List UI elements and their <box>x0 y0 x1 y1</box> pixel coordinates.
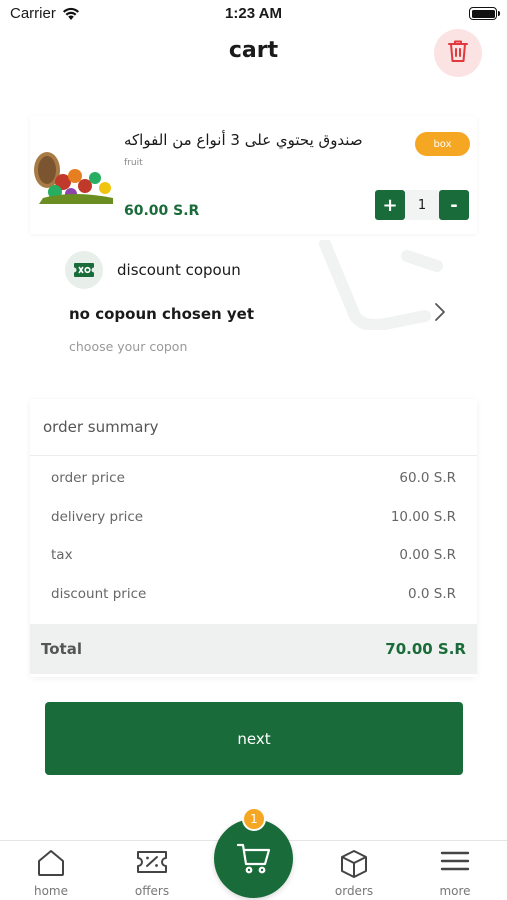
product-price: 60.00 S.R <box>124 203 200 219</box>
battery-icon <box>469 7 500 20</box>
summary-row-label: order price <box>51 470 125 486</box>
product-name: صندوق يحتوي على 3 أنواع من الفواكه <box>124 131 363 149</box>
clear-cart-button[interactable] <box>434 29 482 77</box>
nav-tab-label: orders <box>334 884 374 898</box>
logo-watermark-icon <box>319 240 443 330</box>
divider <box>30 455 477 456</box>
increase-quantity-button[interactable]: + <box>375 190 405 220</box>
decrease-quantity-button[interactable]: - <box>439 190 469 220</box>
summary-row-value: 10.00 S.R <box>390 509 456 525</box>
cart-count-badge: 1 <box>242 807 266 831</box>
summary-row-value: 0.00 S.R <box>399 547 456 563</box>
summary-row-value: 60.0 S.R <box>399 470 456 486</box>
total-row: Total 70.00 S.R <box>30 624 477 674</box>
summary-row: delivery price 10.00 S.R <box>51 509 456 529</box>
quantity-stepper: + 1 - <box>375 190 469 220</box>
nav-tab-label: offers <box>134 884 170 898</box>
nav-tab-offers[interactable]: offers <box>112 841 192 900</box>
coupon-hint: choose your copon <box>69 339 188 354</box>
nav-tab-more[interactable]: more <box>415 841 495 900</box>
summary-title: order summary <box>43 418 159 436</box>
order-summary-card: order summary order price 60.0 S.R deliv… <box>30 399 477 677</box>
product-category: fruit <box>124 158 143 168</box>
product-tag-badge: box <box>415 132 470 156</box>
ticket-icon <box>137 851 167 873</box>
next-button[interactable]: next <box>45 702 463 775</box>
total-label: Total <box>41 640 82 658</box>
summary-row: order price 60.0 S.R <box>51 470 456 490</box>
nav-tab-label: more <box>439 884 471 898</box>
box-icon <box>341 850 367 878</box>
quantity-value: 1 <box>405 190 439 220</box>
total-value: 70.00 S.R <box>385 640 466 658</box>
home-icon <box>38 850 64 876</box>
nav-tab-label: home <box>33 884 69 898</box>
discount-section[interactable]: discount copoun no copoun chosen yet cho… <box>30 240 477 370</box>
summary-row-label: tax <box>51 547 73 563</box>
selected-coupon-text: no copoun chosen yet <box>69 305 255 323</box>
summary-row-value: 0.0 S.R <box>407 586 456 602</box>
summary-row-label: delivery price <box>51 509 144 525</box>
page-title: cart <box>228 38 279 63</box>
cart-item: صندوق يحتوي على 3 أنواع من الفواكه fruit… <box>30 116 477 234</box>
status-bar: Carrier 1:23 AM <box>0 0 507 28</box>
cart-icon <box>236 843 270 873</box>
discount-heading: discount copoun <box>117 261 241 279</box>
nav-tab-orders[interactable]: orders <box>314 841 394 900</box>
summary-row: tax 0.00 S.R <box>51 547 456 567</box>
menu-icon <box>440 851 470 871</box>
coupon-icon <box>65 251 103 289</box>
summary-row-label: discount price <box>51 586 147 602</box>
summary-row: discount price 0.0 S.R <box>51 586 456 606</box>
trash-icon <box>447 39 469 67</box>
nav-tab-home[interactable]: home <box>11 841 91 900</box>
product-image <box>33 146 115 204</box>
clock: 1:23 AM <box>225 5 282 22</box>
chevron-right-icon[interactable] <box>433 301 447 327</box>
